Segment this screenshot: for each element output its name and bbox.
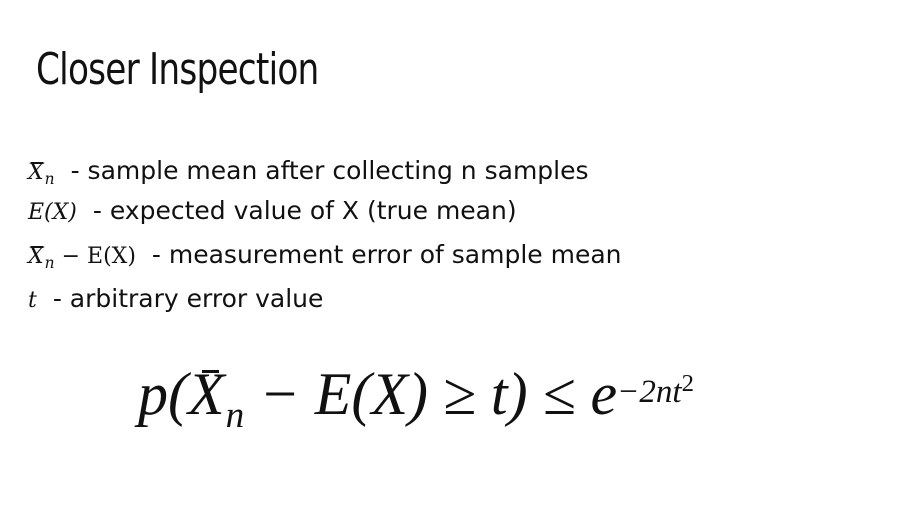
slide: Closer Inspection Xn - sample mean after… [0, 0, 921, 506]
x-bar: X [28, 244, 44, 269]
definition-text: - arbitrary error value [52, 284, 324, 313]
formula-subscript-n: n [225, 395, 245, 437]
subscript-n: n [44, 254, 55, 273]
x-bar: X [28, 160, 44, 185]
definition-measurement-error: Xn − E(X) - measurement error of sample … [28, 240, 888, 284]
formula-exponent: −2nt2 [617, 370, 694, 411]
symbol-measurement-error: Xn − E(X) [28, 244, 136, 273]
definition-sample-mean: Xn - sample mean after collecting n samp… [28, 156, 888, 196]
symbol-expected-value: E(X) [28, 200, 77, 225]
definition-text: - measurement error of sample mean [151, 240, 622, 269]
subscript-n: n [44, 170, 55, 189]
symbol-rest: − E(X) [54, 244, 136, 269]
definition-text: - sample mean after collecting n samples [70, 156, 589, 185]
symbol-t: t [28, 288, 37, 313]
hoeffding-formula: p(Xn − E(X) ≥ t) ≤ e−2nt2 [138, 360, 694, 436]
slide-title: Closer Inspection [36, 44, 319, 95]
symbol-sample-mean: Xn [28, 160, 55, 189]
formula-p: p( [138, 361, 188, 427]
definition-expected-value: E(X) - expected value of X (true mean) [28, 196, 888, 240]
formula-middle: − E(X) ≥ t) ≤ e [244, 361, 618, 427]
definitions-list: Xn - sample mean after collecting n samp… [28, 156, 888, 324]
definition-text: - expected value of X (true mean) [92, 196, 517, 225]
formula-x-bar: X [187, 361, 225, 427]
formula-exponent-square: 2 [681, 370, 694, 398]
formula-exponent-base: −2nt [617, 374, 682, 411]
definition-error-value: t - arbitrary error value [28, 284, 888, 324]
